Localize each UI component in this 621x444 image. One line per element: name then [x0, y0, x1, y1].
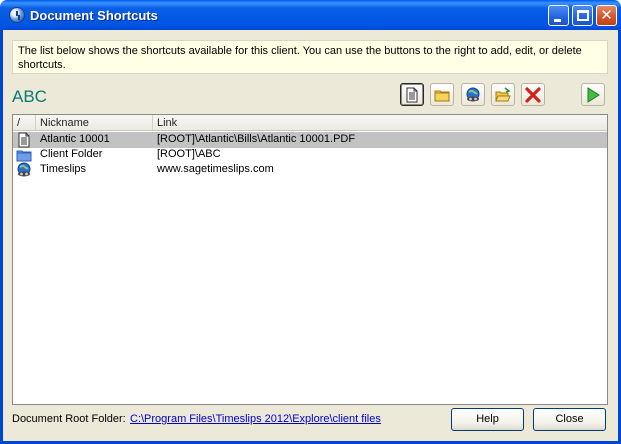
table-row[interactable]: Timeslips www.sagetimeslips.com [13, 162, 607, 178]
help-button[interactable]: Help [451, 408, 524, 431]
web-icon [17, 162, 31, 177]
new-document-shortcut-button[interactable] [400, 83, 424, 106]
column-header-sort[interactable]: / [13, 115, 36, 131]
row-nickname: Client Folder [40, 148, 103, 160]
title-bar[interactable]: Document Shortcuts ✕ [3, 0, 618, 30]
close-button[interactable]: Close [533, 408, 606, 431]
document-shortcuts-window: Document Shortcuts ✕ The list below show… [0, 0, 621, 444]
row-nickname: Timeslips [40, 163, 87, 175]
column-header-link[interactable]: Link [153, 115, 609, 131]
root-folder-label: Document Root Folder: [12, 413, 126, 425]
shortcuts-list[interactable]: / Nickname Link Atlantic 10001 [ROOT]\At… [12, 114, 608, 405]
row-nickname: Atlantic 10001 [40, 133, 110, 145]
list-header: / Nickname Link [13, 115, 607, 131]
column-header-nickname[interactable]: Nickname [36, 115, 153, 131]
close-icon: ✕ [600, 7, 613, 24]
maximize-button[interactable] [572, 5, 593, 26]
delete-shortcut-button[interactable] [521, 83, 545, 106]
delete-icon [525, 87, 541, 103]
web-link-icon [466, 87, 480, 102]
client-name: ABC [12, 87, 47, 106]
edit-shortcut-button[interactable] [491, 83, 515, 106]
new-folder-shortcut-button[interactable] [430, 83, 454, 106]
info-text: The list below shows the shortcuts avail… [12, 40, 608, 74]
minimize-icon [554, 19, 561, 22]
maximize-icon [577, 10, 589, 21]
row-link: [ROOT]\ABC [157, 148, 221, 160]
row-link: www.sagetimeslips.com [157, 163, 274, 175]
folder-icon [16, 150, 32, 162]
run-icon [587, 87, 600, 103]
run-shortcut-button[interactable] [581, 83, 605, 106]
open-folder-icon [495, 87, 511, 102]
new-document-icon [406, 87, 418, 103]
document-icon [18, 132, 30, 148]
window-title: Document Shortcuts [30, 8, 158, 23]
app-icon [9, 7, 25, 23]
table-row[interactable]: Client Folder [ROOT]\ABC [13, 147, 607, 163]
row-link: [ROOT]\Atlantic\Bills\Atlantic 10001.PDF [157, 133, 356, 145]
folder-icon [434, 90, 450, 102]
dialog-body: The list below shows the shortcuts avail… [3, 30, 618, 441]
close-window-button[interactable]: ✕ [596, 5, 617, 26]
table-row[interactable]: Atlantic 10001 [ROOT]\Atlantic\Bills\Atl… [13, 132, 607, 148]
root-folder-link[interactable]: C:\Program Files\Timeslips 2012\Explore\… [130, 413, 381, 425]
new-web-shortcut-button[interactable] [461, 83, 485, 106]
minimize-button[interactable] [548, 5, 569, 26]
